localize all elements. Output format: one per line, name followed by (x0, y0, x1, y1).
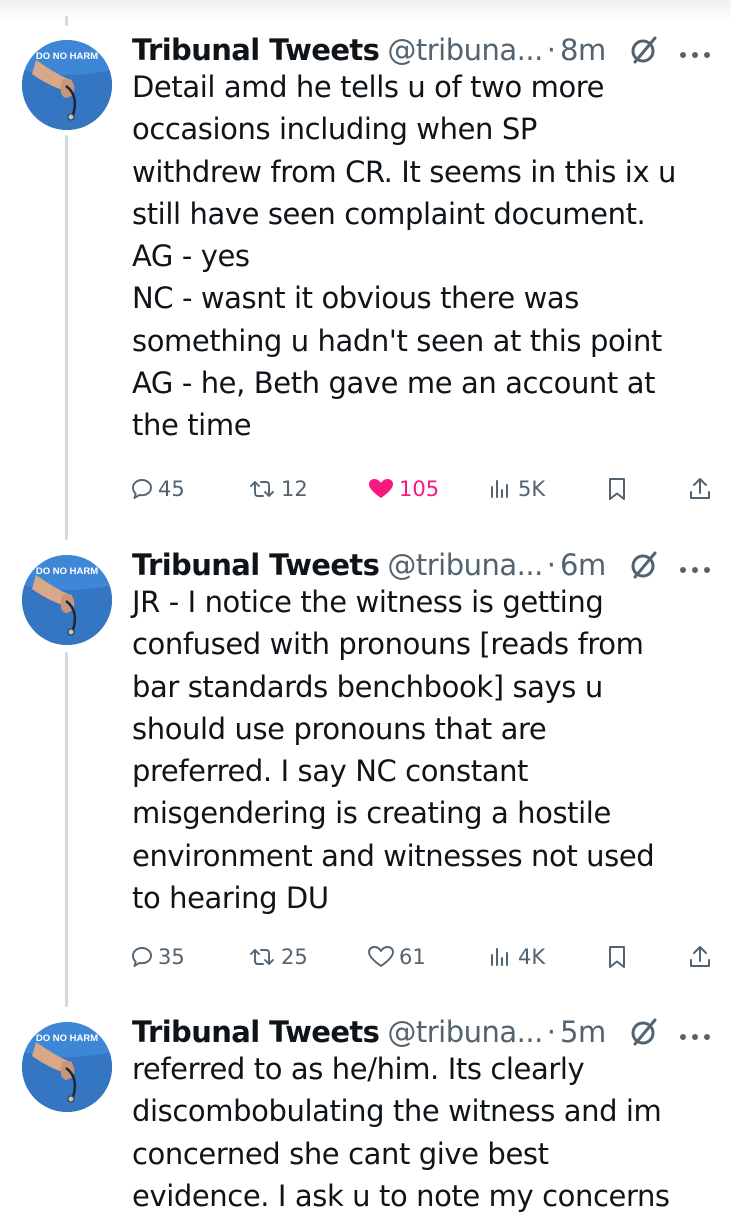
tweet-line: withdrew from CR. It seems in this ix u (132, 154, 677, 189)
repost-icon (250, 949, 274, 965)
repost-icon (250, 481, 274, 497)
tweet-line: AG - he, Beth gave me an account at (132, 366, 656, 401)
more-icon[interactable] (678, 1027, 712, 1040)
thread-line (65, 16, 68, 26)
share-icon (690, 478, 710, 499)
avatar-label: DO NO HARM (36, 51, 98, 62)
tweet-line: should use pronouns that are (132, 711, 547, 746)
tweet-line: concerned she cant give best (132, 1136, 549, 1171)
view-count: 4K (518, 945, 546, 969)
separator-dot: · (546, 548, 557, 582)
timestamp[interactable]: 8m (560, 33, 606, 67)
display-name[interactable]: Tribunal Tweets (132, 33, 380, 67)
tweet-text: JR - I notice the witness is getting con… (132, 581, 718, 919)
like-button[interactable]: 105 (367, 472, 439, 506)
avatar-image: DO NO HARM (22, 1022, 112, 1112)
avatar[interactable]: DO NO HARM (22, 555, 112, 645)
share-button[interactable] (687, 940, 717, 974)
display-name[interactable]: Tribunal Tweets (132, 548, 380, 582)
tweet-header: Tribunal Tweets @tribuna... · 6m (132, 545, 717, 585)
like-button[interactable]: 61 (367, 940, 426, 974)
avatar-label: DO NO HARM (36, 566, 98, 577)
user-handle[interactable]: @tribuna... (387, 33, 543, 67)
display-name[interactable]: Tribunal Tweets (132, 1015, 380, 1049)
more-icon[interactable] (678, 45, 712, 58)
bookmark-button[interactable] (606, 472, 632, 506)
tweet-line: something u hadn't seen at this point (132, 323, 662, 358)
tweet-line: to hearing DU (132, 881, 329, 916)
like-count: 105 (399, 477, 440, 501)
tweet-header: Tribunal Tweets @tribuna... · 5m (132, 1012, 717, 1052)
avatar[interactable]: DO NO HARM (22, 1022, 112, 1112)
tweet-line: bar standards benchbook] says u (132, 669, 603, 704)
bookmark-icon (609, 478, 625, 500)
more-icon[interactable] (678, 560, 712, 573)
reply-button[interactable]: 35 (130, 940, 185, 974)
views-button[interactable]: 4K (488, 940, 545, 974)
user-handle[interactable]: @tribuna... (387, 548, 543, 582)
like-count: 61 (399, 945, 426, 969)
tweet-line: misgendering is creating a hostile (132, 796, 611, 831)
views-icon (491, 948, 508, 966)
top-fade (0, 0, 731, 22)
timestamp[interactable]: 5m (560, 1015, 606, 1049)
separator-dot: · (546, 1015, 557, 1049)
tweet-line: discombobulating the witness and im (132, 1094, 662, 1129)
repost-button[interactable]: 25 (247, 940, 308, 974)
reply-count: 45 (158, 477, 185, 501)
tweet-actions: 45 12 105 5K (130, 472, 720, 506)
thread-line (65, 652, 68, 1007)
reply-icon (132, 479, 152, 499)
tweet-line: evidence. I ask u to note my concerns (132, 1178, 670, 1213)
tweet-line: confused with pronouns [reads from (132, 627, 644, 662)
user-handle[interactable]: @tribuna... (387, 1015, 543, 1049)
share-button[interactable] (687, 472, 717, 506)
grok-icon[interactable] (628, 549, 660, 581)
tweet-line: referred to as he/him. Its clearly (132, 1052, 585, 1086)
tweet-line: still have seen complaint document. (132, 196, 646, 231)
share-icon (690, 946, 710, 967)
tweet-actions: 35 25 61 4K (130, 940, 720, 974)
tweet-line: environment and witnesses not used (132, 838, 655, 873)
thread-line (65, 135, 68, 540)
reply-button[interactable]: 45 (130, 472, 185, 506)
tweet-header: Tribunal Tweets @tribuna... · 8m (132, 30, 717, 70)
tweet-line: Detail amd he tells u of two more (132, 70, 605, 104)
tweet-text: referred to as he/him. Its clearly disco… (132, 1048, 718, 1217)
timestamp[interactable]: 6m (560, 548, 606, 582)
bookmark-button[interactable] (606, 940, 632, 974)
tweet-line: NC - wasnt it obvious there was (132, 281, 580, 316)
grok-icon[interactable] (628, 1016, 660, 1048)
like-icon (369, 479, 393, 498)
tweet-line: preferred. I say NC constant (132, 754, 529, 789)
tweet-text: Detail amd he tells u of two more occasi… (132, 66, 718, 447)
tweet-line: AG - yes (132, 239, 250, 274)
repost-count: 12 (281, 477, 308, 501)
tweet-line: the time (132, 408, 252, 443)
separator-dot: · (546, 33, 557, 67)
repost-count: 25 (281, 945, 308, 969)
tweet-line: JR - I notice the witness is getting (132, 585, 604, 619)
reply-count: 35 (158, 945, 185, 969)
like-icon (368, 946, 394, 967)
views-icon (491, 480, 508, 498)
views-button[interactable]: 5K (488, 472, 545, 506)
repost-button[interactable]: 12 (247, 472, 308, 506)
avatar[interactable]: DO NO HARM (22, 40, 112, 130)
reply-icon (132, 947, 152, 967)
view-count: 5K (518, 477, 546, 501)
grok-icon[interactable] (628, 34, 660, 66)
bookmark-icon (609, 946, 625, 968)
tweet-line: occasions including when SP (132, 112, 537, 147)
avatar-label: DO NO HARM (36, 1033, 98, 1044)
avatar-image: DO NO HARM (22, 40, 112, 130)
avatar-image: DO NO HARM (22, 555, 112, 645)
